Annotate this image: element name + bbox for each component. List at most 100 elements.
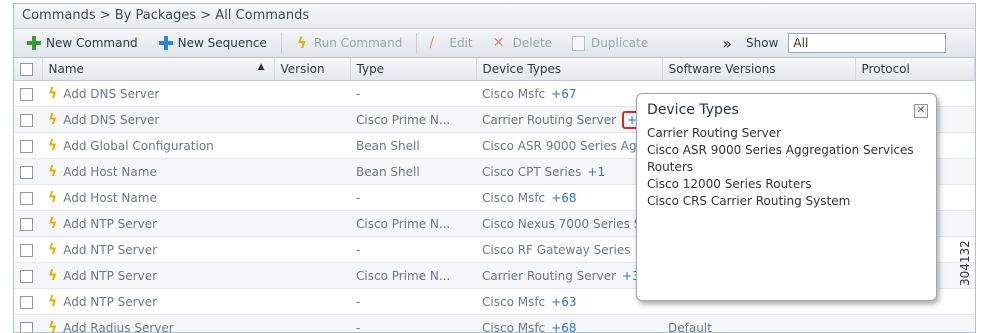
new-sequence-button[interactable]: New Sequence bbox=[152, 32, 273, 54]
type-cell: Bean Shell bbox=[350, 132, 476, 159]
type-cell: - bbox=[350, 184, 476, 211]
device-type: Cisco Msfc bbox=[482, 86, 546, 101]
device-types-cell: Cisco Msfc +68 bbox=[476, 184, 662, 211]
device-type: Cisco RF Gateway Series bbox=[482, 242, 631, 257]
row-checkbox[interactable] bbox=[14, 80, 42, 107]
command-name: Add Global Configuration bbox=[63, 138, 214, 153]
more-device-types-link[interactable]: +63 bbox=[551, 295, 576, 309]
lightning-bolt-icon: ϟ bbox=[48, 293, 58, 310]
device-types-cell: Carrier Routing Server+3 bbox=[476, 262, 662, 289]
lightning-bolt-icon: ϟ bbox=[48, 137, 58, 154]
duplicate-button[interactable]: Duplicate bbox=[566, 32, 654, 54]
command-name-link[interactable]: ϟ Add NTP Server bbox=[42, 288, 274, 315]
duplicate-label: Duplicate bbox=[591, 36, 649, 50]
command-name-link[interactable]: ϟ Add Global Configuration bbox=[42, 132, 274, 159]
table-header-row: Name ▲ Version Type Device Types Softwar… bbox=[14, 58, 975, 81]
more-device-types-link[interactable]: +1 bbox=[587, 165, 605, 179]
list-item: Cisco ASR 9000 Series Aggregation Servic… bbox=[647, 143, 914, 174]
show-filter-select[interactable]: All bbox=[788, 33, 947, 53]
list-item: Carrier Routing Server bbox=[647, 126, 782, 140]
plus-icon bbox=[26, 35, 42, 51]
command-name-link[interactable]: ϟ Add Host Name bbox=[42, 184, 274, 211]
column-header-name[interactable]: Name ▲ bbox=[42, 58, 275, 81]
version-cell bbox=[274, 158, 350, 185]
lightning-bolt-icon: ϟ bbox=[48, 163, 58, 180]
version-cell bbox=[274, 80, 350, 107]
popup-title: Device Types bbox=[647, 102, 739, 118]
command-name-link[interactable]: ϟ Add NTP Server bbox=[42, 210, 274, 237]
command-name-link[interactable]: ϟ Add Radius Server bbox=[42, 314, 274, 333]
more-device-types-link[interactable]: +68 bbox=[551, 191, 576, 205]
software-versions-cell: Default bbox=[662, 314, 855, 332]
device-type: Carrier Routing Server bbox=[482, 112, 617, 127]
device-types-cell: Cisco CPT Series +1 bbox=[476, 158, 662, 185]
device-type: Cisco ASR 9000 Series Aggr bbox=[482, 138, 650, 153]
row-checkbox[interactable] bbox=[14, 288, 42, 315]
row-checkbox[interactable] bbox=[14, 314, 42, 332]
row-checkbox[interactable] bbox=[14, 262, 42, 289]
pencil-icon: / bbox=[429, 35, 435, 51]
lightning-bolt-icon: ϟ bbox=[48, 215, 58, 232]
device-type: Cisco Msfc bbox=[482, 294, 546, 309]
row-checkbox[interactable] bbox=[14, 106, 42, 133]
delete-button[interactable]: ✕ Delete bbox=[487, 32, 558, 54]
breadcrumb[interactable]: Commands > By Packages > All Commands bbox=[14, 4, 975, 29]
version-cell bbox=[274, 288, 350, 315]
command-name-link[interactable]: ϟ Add DNS Server bbox=[42, 80, 274, 107]
protocol-cell bbox=[855, 314, 975, 332]
device-types-cell: Cisco Msfc +67 bbox=[476, 80, 662, 107]
device-types-cell: Cisco Msfc +63 bbox=[476, 288, 662, 315]
command-name-link[interactable]: ϟ Add NTP Server bbox=[42, 236, 274, 263]
device-types-popup: Device Types ✕ Carrier Routing Server Ci… bbox=[636, 93, 937, 301]
toolbar: New Command New Sequence ϟ Run Command /… bbox=[14, 29, 975, 58]
toolbar-divider bbox=[416, 33, 418, 53]
select-all-checkbox[interactable] bbox=[14, 58, 43, 81]
command-name: Add Host Name bbox=[63, 190, 157, 205]
command-name-link[interactable]: ϟ Add DNS Server bbox=[42, 106, 274, 133]
figure-id-label: 304132 bbox=[958, 240, 972, 286]
delete-label: Delete bbox=[512, 36, 553, 50]
command-name-link[interactable]: ϟ Add Host Name bbox=[42, 158, 274, 185]
new-sequence-label: New Sequence bbox=[177, 36, 267, 50]
close-icon[interactable]: ✕ bbox=[914, 104, 928, 118]
command-name: Add NTP Server bbox=[63, 268, 158, 283]
lightning-bolt-icon: ϟ bbox=[48, 267, 58, 284]
plus-sequence-icon bbox=[158, 35, 174, 51]
run-command-button[interactable]: ϟ Run Command bbox=[288, 32, 409, 54]
new-command-button[interactable]: New Command bbox=[20, 32, 144, 54]
type-cell: - bbox=[350, 236, 476, 263]
row-checkbox[interactable] bbox=[14, 184, 42, 211]
command-name: Add NTP Server bbox=[63, 242, 158, 257]
row-checkbox[interactable] bbox=[14, 210, 42, 237]
table-row[interactable]: ϟ Add Radius Server - Cisco Msfc +68 Defau… bbox=[14, 314, 975, 333]
command-name: Add DNS Server bbox=[63, 86, 160, 101]
column-header-type[interactable]: Type bbox=[350, 58, 477, 81]
list-item: Cisco 12000 Series Routers bbox=[647, 177, 812, 191]
row-checkbox[interactable] bbox=[14, 132, 42, 159]
show-filter-label: Show bbox=[746, 36, 779, 50]
device-type: Carrier Routing Server bbox=[482, 268, 617, 283]
device-types-list: Carrier Routing Server Cisco ASR 9000 Se… bbox=[647, 125, 927, 210]
lightning-bolt-icon: ϟ bbox=[48, 319, 58, 333]
column-header-protocol[interactable]: Protocol bbox=[855, 58, 975, 81]
column-header-software-versions[interactable]: Software Versions bbox=[662, 58, 856, 81]
column-header-version[interactable]: Version bbox=[274, 58, 351, 81]
column-header-device-types[interactable]: Device Types bbox=[476, 58, 663, 81]
lightning-bolt-icon: ϟ bbox=[296, 34, 307, 52]
row-checkbox[interactable] bbox=[14, 236, 42, 263]
delete-x-icon: ✕ bbox=[492, 35, 505, 51]
row-checkbox[interactable] bbox=[14, 158, 42, 185]
device-types-cell: Cisco Nexus 7000 Series S... bbox=[476, 210, 662, 237]
more-actions-icon[interactable]: » bbox=[722, 34, 732, 53]
command-name: Add Radius Server bbox=[63, 320, 174, 333]
type-cell: - bbox=[350, 288, 476, 315]
command-name: Add NTP Server bbox=[63, 216, 158, 231]
version-cell bbox=[274, 106, 350, 133]
run-command-label: Run Command bbox=[313, 36, 403, 50]
edit-label: Edit bbox=[449, 36, 473, 50]
more-device-types-link[interactable]: +67 bbox=[551, 87, 576, 101]
edit-button[interactable]: / Edit bbox=[423, 32, 478, 54]
more-device-types-link[interactable]: +68 bbox=[551, 321, 576, 333]
command-name-link[interactable]: ϟ Add NTP Server bbox=[42, 262, 274, 289]
device-types-cell: Carrier Routing Server+3 bbox=[476, 106, 662, 133]
